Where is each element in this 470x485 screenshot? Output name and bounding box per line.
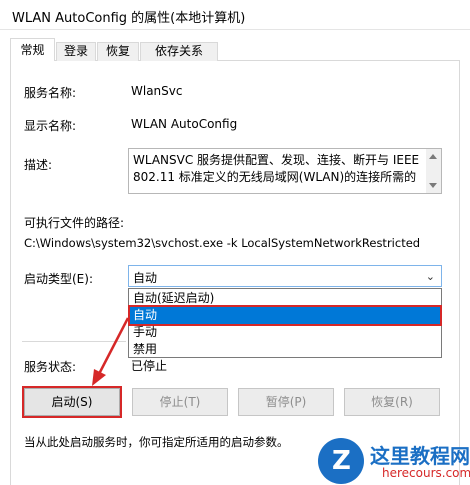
display-name-label: 显示名称: <box>24 119 77 133</box>
startup-type-select[interactable]: 自动 ⌄ <box>128 265 442 287</box>
service-name-label: 服务名称: <box>24 86 77 100</box>
scroll-down-arrow-icon[interactable] <box>429 183 437 188</box>
description-text: WLANSVC 服务提供配置、发现、连接、断开与 IEEE 802.11 标准定… <box>133 153 420 184</box>
pause-button[interactable]: 暂停(P) <box>238 388 334 416</box>
service-status-label: 服务状态: <box>24 360 77 374</box>
tab-general[interactable]: 常规 <box>10 38 55 62</box>
scroll-up-arrow-icon[interactable] <box>429 154 437 159</box>
description-scrollbar[interactable] <box>426 149 441 193</box>
separator <box>22 341 126 342</box>
exe-path-label: 可执行文件的路径: <box>24 216 125 230</box>
chevron-down-icon[interactable]: ⌄ <box>426 270 435 283</box>
tab-logon[interactable]: 登录 <box>56 42 96 61</box>
tab-recovery[interactable]: 恢复 <box>97 42 139 61</box>
option-auto[interactable]: 自动 <box>128 305 442 326</box>
title-bar: WLAN AutoConfig 的属性(本地计算机) <box>0 0 470 30</box>
watermark-en: herecours.com <box>382 466 470 480</box>
watermark-logo: Z 这里教程网 herecours.com <box>318 438 470 484</box>
startup-type-current: 自动 <box>133 271 158 285</box>
resume-button[interactable]: 恢复(R) <box>344 388 440 416</box>
service-status-value: 已停止 <box>131 359 168 373</box>
description-textbox[interactable]: WLANSVC 服务提供配置、发现、连接、断开与 IEEE 802.11 标准定… <box>128 148 442 194</box>
option-disabled[interactable]: 禁用 <box>130 341 440 358</box>
tab-strip: 常规 登录 恢复 依存关系 <box>10 38 460 62</box>
exe-path-value: C:\Windows\system32\svchost.exe -k Local… <box>24 236 421 250</box>
stop-button[interactable]: 停止(T) <box>132 388 228 416</box>
startup-type-dropdown: 自动(延迟启动) 自动 手动 禁用 <box>128 288 442 358</box>
option-auto-delayed[interactable]: 自动(延迟启动) <box>130 290 440 307</box>
display-name-value: WLAN AutoConfig <box>131 117 238 131</box>
startup-type-label: 启动类型(E): <box>24 272 93 286</box>
option-manual[interactable]: 手动 <box>130 324 440 341</box>
window-title: WLAN AutoConfig 的属性(本地计算机) <box>12 11 246 26</box>
start-params-hint: 当从此处启动服务时，你可指定所适用的启动参数。 <box>24 435 289 449</box>
z-logo-icon: Z <box>318 438 364 484</box>
tab-dependencies[interactable]: 依存关系 <box>140 42 218 61</box>
start-button[interactable]: 启动(S) <box>22 386 122 418</box>
watermark-cn: 这里教程网 <box>370 444 470 468</box>
service-name-value: WlanSvc <box>131 84 183 98</box>
description-label: 描述: <box>24 158 53 172</box>
